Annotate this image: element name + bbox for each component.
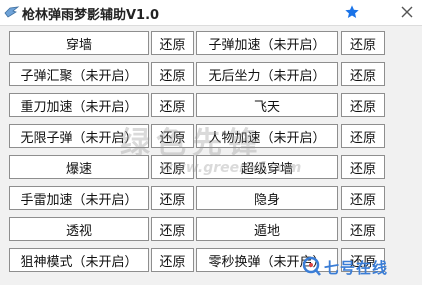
- toggle-button-grenade-speed[interactable]: 手雷加速（未开启）: [9, 186, 149, 210]
- toggle-button-wallhack[interactable]: 穿墙: [9, 31, 149, 55]
- reset-button[interactable]: 还原: [341, 124, 385, 148]
- star-icon[interactable]: [343, 3, 361, 21]
- reset-button[interactable]: 还原: [151, 248, 194, 272]
- reset-button[interactable]: 还原: [341, 217, 385, 241]
- window-title: 枪林弹雨梦影辅助V1.0: [22, 8, 160, 23]
- toggle-button-bullet-converge[interactable]: 子弹汇聚（未开启）: [9, 62, 149, 86]
- close-icon[interactable]: [398, 3, 416, 21]
- reset-button[interactable]: 还原: [151, 186, 194, 210]
- reset-button[interactable]: 还原: [341, 186, 385, 210]
- toggle-button-no-recoil[interactable]: 无后坐力（未开启）: [196, 62, 338, 86]
- toggle-button-heavy-knife-speed[interactable]: 重刀加速（未开启）: [9, 93, 149, 117]
- toggle-button-bullet-speed[interactable]: 子弹加速（未开启）: [196, 31, 338, 55]
- toggle-button-invisibility[interactable]: 隐身: [196, 186, 338, 210]
- toggle-button-sniper-mode[interactable]: 狙神模式（未开启）: [9, 248, 149, 272]
- reset-button[interactable]: 还原: [151, 217, 194, 241]
- reset-button[interactable]: 还原: [151, 93, 194, 117]
- title-bar: 枪林弹雨梦影辅助V1.0: [0, 0, 422, 26]
- toggle-button-underground[interactable]: 遁地: [196, 217, 338, 241]
- reset-button[interactable]: 还原: [341, 62, 385, 86]
- reset-button[interactable]: 还原: [341, 155, 385, 179]
- reset-button[interactable]: 还原: [151, 31, 194, 55]
- toggle-button-esp[interactable]: 透视: [9, 217, 149, 241]
- reset-button[interactable]: 还原: [341, 31, 385, 55]
- watermark-url: www.greenxf.com: [160, 160, 302, 176]
- watermark-logo-text: 七号在线: [324, 259, 389, 277]
- reset-button[interactable]: 还原: [341, 93, 385, 117]
- watermark-text: 绿色先锋: [120, 126, 264, 161]
- toggle-button-fly[interactable]: 飞天: [196, 93, 338, 117]
- watermark-logo: 七号在线: [302, 252, 422, 284]
- app-icon: [4, 6, 20, 18]
- reset-button[interactable]: 还原: [151, 62, 194, 86]
- logo-icon: [302, 256, 321, 276]
